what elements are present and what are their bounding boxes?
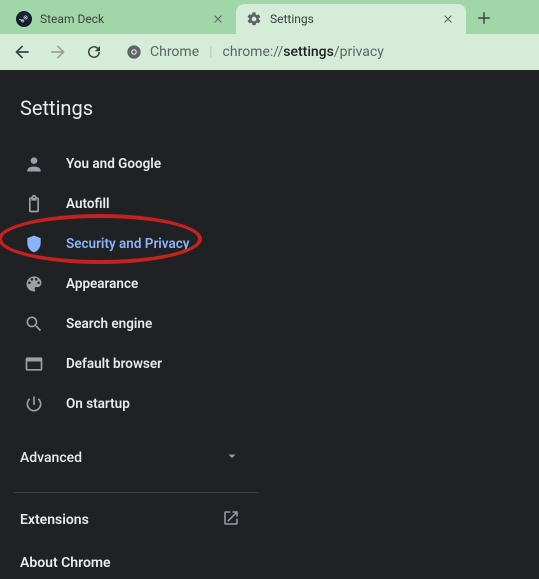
- footer-extensions[interactable]: Extensions: [0, 493, 260, 539]
- chrome-icon: [126, 44, 142, 60]
- nav-label: Autofill: [66, 196, 110, 212]
- footer-label: About Chrome: [20, 555, 111, 571]
- clipboard-icon: [24, 194, 44, 214]
- power-icon: [24, 394, 44, 414]
- back-button[interactable]: [8, 38, 36, 66]
- nav-item-default-browser[interactable]: Default browser: [8, 344, 539, 384]
- browser-window-icon: [24, 354, 44, 374]
- search-icon: [24, 314, 44, 334]
- chevron-down-icon: [224, 448, 240, 468]
- new-tab-button[interactable]: [470, 4, 498, 32]
- advanced-toggle[interactable]: Advanced: [0, 424, 260, 492]
- omnibox-separator: |: [209, 44, 212, 60]
- reload-button[interactable]: [80, 38, 108, 66]
- close-icon[interactable]: [210, 11, 226, 27]
- settings-nav: You and Google Autofill Security and Pri…: [0, 144, 539, 424]
- external-link-icon: [222, 509, 240, 531]
- nav-item-on-startup[interactable]: On startup: [8, 384, 539, 424]
- address-bar[interactable]: Chrome | chrome://settings/privacy: [116, 38, 531, 66]
- advanced-label: Advanced: [20, 450, 82, 466]
- nav-label: Default browser: [66, 356, 162, 372]
- page-title: Settings: [0, 86, 539, 144]
- shield-icon: [24, 234, 44, 254]
- omnibox-chip-label: Chrome: [150, 44, 199, 60]
- footer-about-chrome[interactable]: About Chrome: [0, 539, 260, 579]
- tab-title: Steam Deck: [40, 12, 202, 26]
- forward-button[interactable]: [44, 38, 72, 66]
- tab-strip: Steam Deck Settings: [0, 0, 539, 34]
- browser-toolbar: Chrome | chrome://settings/privacy: [0, 34, 539, 70]
- steam-icon: [16, 11, 32, 27]
- nav-label: Appearance: [66, 276, 138, 292]
- tab-title: Settings: [270, 12, 432, 26]
- person-icon: [24, 154, 44, 174]
- nav-item-search-engine[interactable]: Search engine: [8, 304, 539, 344]
- nav-label: You and Google: [66, 156, 161, 172]
- nav-item-appearance[interactable]: Appearance: [8, 264, 539, 304]
- settings-page: Settings You and Google Autofill Securit…: [0, 70, 539, 573]
- palette-icon: [24, 274, 44, 294]
- nav-item-security-and-privacy[interactable]: Security and Privacy: [8, 224, 539, 264]
- nav-label: Search engine: [66, 316, 152, 332]
- tab-steam-deck[interactable]: Steam Deck: [6, 4, 236, 34]
- gear-icon: [246, 11, 262, 27]
- close-icon[interactable]: [440, 11, 456, 27]
- nav-label: Security and Privacy: [66, 236, 189, 252]
- tab-settings[interactable]: Settings: [236, 4, 466, 34]
- nav-label: On startup: [66, 396, 130, 412]
- omnibox-url: chrome://settings/privacy: [223, 44, 384, 60]
- nav-item-you-and-google[interactable]: You and Google: [8, 144, 539, 184]
- footer-label: Extensions: [20, 512, 89, 528]
- nav-item-autofill[interactable]: Autofill: [8, 184, 539, 224]
